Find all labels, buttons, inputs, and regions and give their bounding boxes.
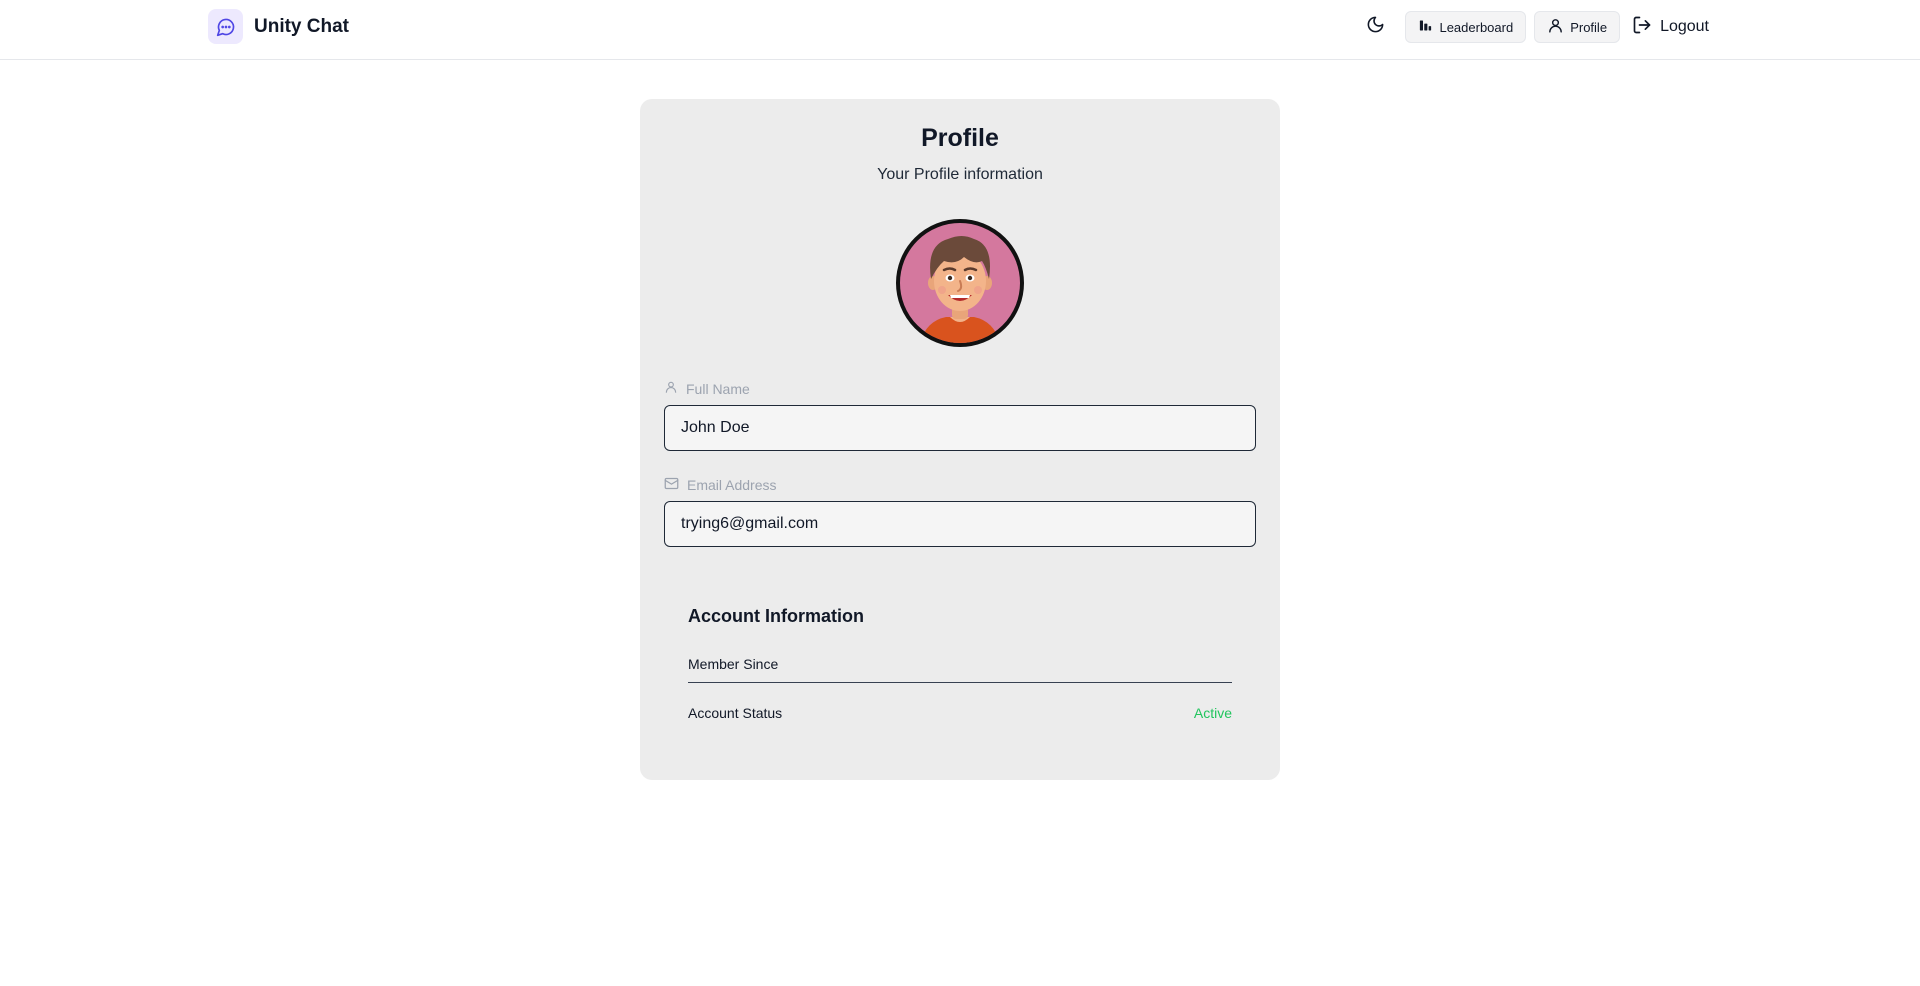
profile-label: Profile <box>1570 19 1608 35</box>
avatar <box>896 219 1024 347</box>
logout-button[interactable]: Logout <box>1628 11 1713 43</box>
account-info-title: Account Information <box>688 606 864 626</box>
leaderboard-label: Leaderboard <box>1439 19 1514 35</box>
brand-name: Unity Chat <box>254 15 349 37</box>
theme-toggle-button[interactable] <box>1357 11 1393 43</box>
status-badge: Active <box>1193 705 1232 721</box>
page-subtitle: Your Profile information <box>877 166 1043 183</box>
mail-icon <box>664 476 679 494</box>
chat-bubble-icon <box>208 9 243 44</box>
leaderboard-button[interactable]: Leaderboard <box>1405 11 1527 43</box>
account-status-label: Account Status <box>688 705 783 721</box>
full-name-label: Full Name <box>664 380 750 397</box>
user-icon <box>1547 17 1564 37</box>
email-label-text: Email Address <box>687 477 777 493</box>
account-status-row: Account Status Active <box>688 705 1232 721</box>
full-name-label-text: Full Name <box>686 380 750 397</box>
profile-button[interactable]: Profile <box>1534 11 1621 43</box>
logout-icon <box>1632 15 1652 40</box>
email-field[interactable] <box>664 501 1256 547</box>
full-name-field[interactable] <box>664 405 1256 451</box>
nav-actions: Leaderboard Profile Logout <box>1357 11 1713 43</box>
bar-chart-icon <box>1418 18 1433 36</box>
email-label: Email Address <box>664 476 776 494</box>
moon-icon <box>1366 15 1385 39</box>
brand-home-link[interactable]: Unity Chat <box>208 9 349 44</box>
logout-label: Logout <box>1660 18 1709 35</box>
member-since-row: Member Since <box>688 656 1232 683</box>
user-icon <box>664 380 678 397</box>
member-since-label: Member Since <box>688 656 779 672</box>
navbar: Unity Chat Leaderboard Profile Logout <box>0 0 1920 60</box>
page-title: Profile <box>921 124 999 152</box>
